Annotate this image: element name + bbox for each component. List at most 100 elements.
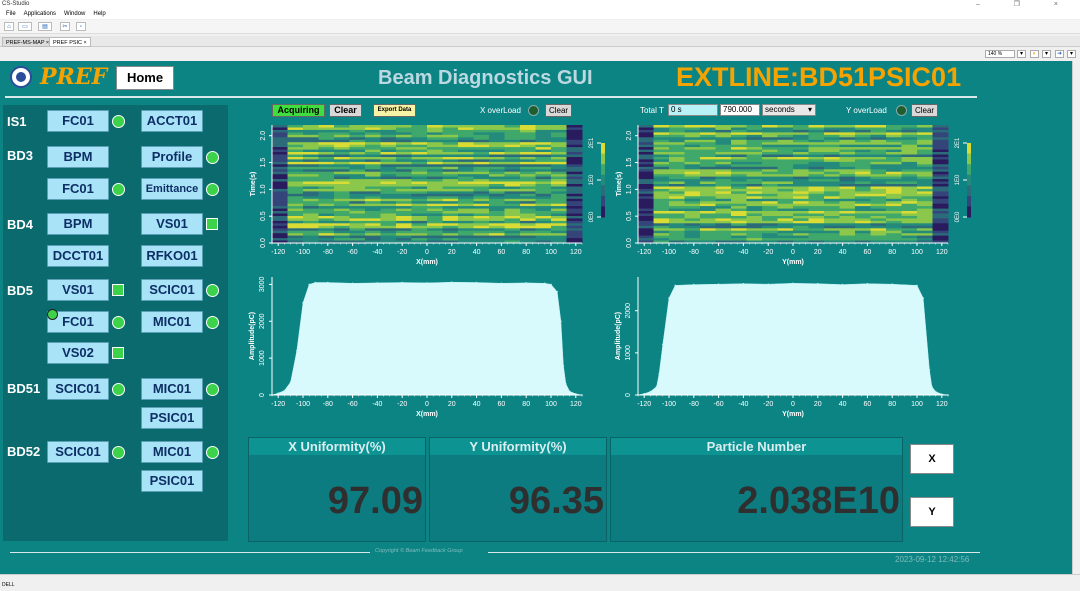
x-tick-label: -40 xyxy=(738,401,748,408)
vertical-scrollbar[interactable] xyxy=(1072,61,1080,574)
zoom-select[interactable]: 140 % xyxy=(985,50,1015,58)
heatmap-cell xyxy=(932,235,949,239)
heatmap-cell xyxy=(535,171,552,175)
heatmap-cell xyxy=(762,166,778,170)
heatmap-cell xyxy=(365,235,381,239)
bd4-vs01-button[interactable]: VS01 xyxy=(141,213,203,235)
y-overload-label: Y overLoad xyxy=(846,106,887,115)
unit-select[interactable]: seconds ▾ xyxy=(762,104,816,116)
heatmap-cell xyxy=(684,188,701,192)
bd4-dcct01-button[interactable]: DCCT01 xyxy=(47,245,109,267)
heatmap-cell xyxy=(334,164,350,168)
heatmap-cell xyxy=(396,181,412,185)
is1-acct01-button[interactable]: ACCT01 xyxy=(141,110,203,132)
acquiring-button[interactable]: Acquiring xyxy=(272,104,325,117)
bd51-scic01-button[interactable]: SCIC01 xyxy=(47,378,109,400)
menu-help[interactable]: Help xyxy=(93,11,105,17)
heatmap-cell xyxy=(731,201,747,205)
bd51-psic01-button[interactable]: PSIC01 xyxy=(141,407,203,429)
heatmap-cell xyxy=(349,171,366,175)
zoom-dropdown-icon[interactable]: ▾ xyxy=(1017,50,1026,58)
bd3-emittance-button[interactable]: Emittance xyxy=(141,178,203,200)
heatmap-cell xyxy=(901,129,918,133)
heatmap-cell xyxy=(566,213,583,217)
heatmap-cell xyxy=(473,142,490,146)
y-button[interactable]: Y xyxy=(910,497,954,527)
tab-pref-psic[interactable]: PREF PSIC × xyxy=(49,37,91,47)
heatmap-cell xyxy=(318,159,335,163)
x-overload-clear-button[interactable]: Clear xyxy=(545,104,572,117)
heatmap-cell xyxy=(824,181,840,185)
open-folder-icon[interactable]: ▭ xyxy=(18,22,32,31)
menu-window[interactable]: Window xyxy=(64,11,85,17)
bd52-psic01-button[interactable]: PSIC01 xyxy=(141,470,203,492)
x-tick-label: -80 xyxy=(323,249,333,256)
heatmap-cell xyxy=(520,193,536,197)
heatmap-cell xyxy=(855,201,871,205)
menu-file[interactable]: File xyxy=(6,11,16,17)
bd51-mic01-button[interactable]: MIC01 xyxy=(141,378,203,400)
heatmap-cell xyxy=(318,181,335,185)
heatmap-cell xyxy=(272,213,288,217)
y-overload-clear-button[interactable]: Clear xyxy=(911,104,938,117)
heatmap-cell xyxy=(700,129,716,133)
x-tick-label: 40 xyxy=(839,401,847,408)
heatmap-cell xyxy=(653,137,670,141)
home-icon[interactable]: ⌂ xyxy=(4,22,14,31)
bd52-mic01-button[interactable]: MIC01 xyxy=(141,441,203,463)
particle-number-value: 2.038E10 xyxy=(737,480,900,522)
heatmap-cell xyxy=(793,147,809,150)
heatmap-cell xyxy=(287,154,304,158)
bd5-mic01-button[interactable]: MIC01 xyxy=(141,311,203,333)
tab-pref-ms-map[interactable]: PREF-MS-MAP × xyxy=(2,37,54,47)
total-t-input[interactable]: 0 s xyxy=(668,104,718,116)
footer-rule-right xyxy=(488,552,980,553)
forward-icon[interactable]: ➜ xyxy=(1055,50,1064,58)
warning-icon[interactable]: ◐ xyxy=(1030,50,1039,58)
menu-applications[interactable]: Applications xyxy=(24,11,56,17)
group-bd5: BD5 xyxy=(7,283,34,298)
heatmap-cell xyxy=(504,166,521,170)
layout-icon[interactable]: ▤ xyxy=(38,22,52,31)
heatmap-cell xyxy=(886,223,902,227)
bd5-vs02-button[interactable]: VS02 xyxy=(47,342,109,364)
home-button[interactable]: Home xyxy=(116,66,174,90)
heatmap-cell xyxy=(684,137,701,141)
x-button[interactable]: X xyxy=(910,444,954,474)
bd3-fc01-button[interactable]: FC01 xyxy=(47,178,109,200)
heatmap-cell xyxy=(427,193,443,197)
bd5-vs01-button[interactable]: VS01 xyxy=(47,279,109,301)
heatmap-cell xyxy=(839,211,856,214)
profile-point xyxy=(928,368,931,371)
is1-fc01-button[interactable]: FC01 xyxy=(47,110,109,132)
bd4-rfko01-button[interactable]: RFKO01 xyxy=(141,245,203,267)
dropdown-icon[interactable]: ▾ xyxy=(1042,50,1051,58)
heatmap-cell xyxy=(731,235,747,239)
heatmap-cell xyxy=(886,164,902,168)
heatmap-cell xyxy=(808,218,825,222)
more-icon[interactable]: ▾ xyxy=(1067,50,1076,58)
window-controls[interactable]: – ❐ × xyxy=(976,0,1074,8)
heatmap-cell xyxy=(551,147,567,150)
heatmap-cell xyxy=(334,166,350,170)
heatmap-cell xyxy=(746,230,763,234)
heatmap-cell xyxy=(566,201,583,205)
export-data-button[interactable]: Export Data xyxy=(373,104,416,117)
heatmap-cell xyxy=(793,184,809,187)
heatmap-cell xyxy=(318,134,335,138)
bd4-bpm-button[interactable]: BPM xyxy=(47,213,109,235)
heatmap-cell xyxy=(669,230,685,234)
bd3-bpm-button[interactable]: BPM xyxy=(47,146,109,168)
status-bar: DELL xyxy=(0,580,1080,591)
bd52-scic01-button[interactable]: SCIC01 xyxy=(47,441,109,463)
heatmap-cell xyxy=(886,171,902,175)
save-icon[interactable]: ▫ xyxy=(76,22,86,31)
period-input[interactable]: 790.000 xyxy=(720,104,760,116)
bd5-scic01-button[interactable]: SCIC01 xyxy=(141,279,203,301)
tools-icon[interactable]: ✂ xyxy=(60,22,70,31)
clear-button[interactable]: Clear xyxy=(329,104,362,117)
heatmap-cell xyxy=(365,137,381,141)
bd3-profile-button[interactable]: Profile xyxy=(141,146,203,168)
heatmap-cell xyxy=(762,164,778,168)
heatmap-cell xyxy=(855,196,871,200)
